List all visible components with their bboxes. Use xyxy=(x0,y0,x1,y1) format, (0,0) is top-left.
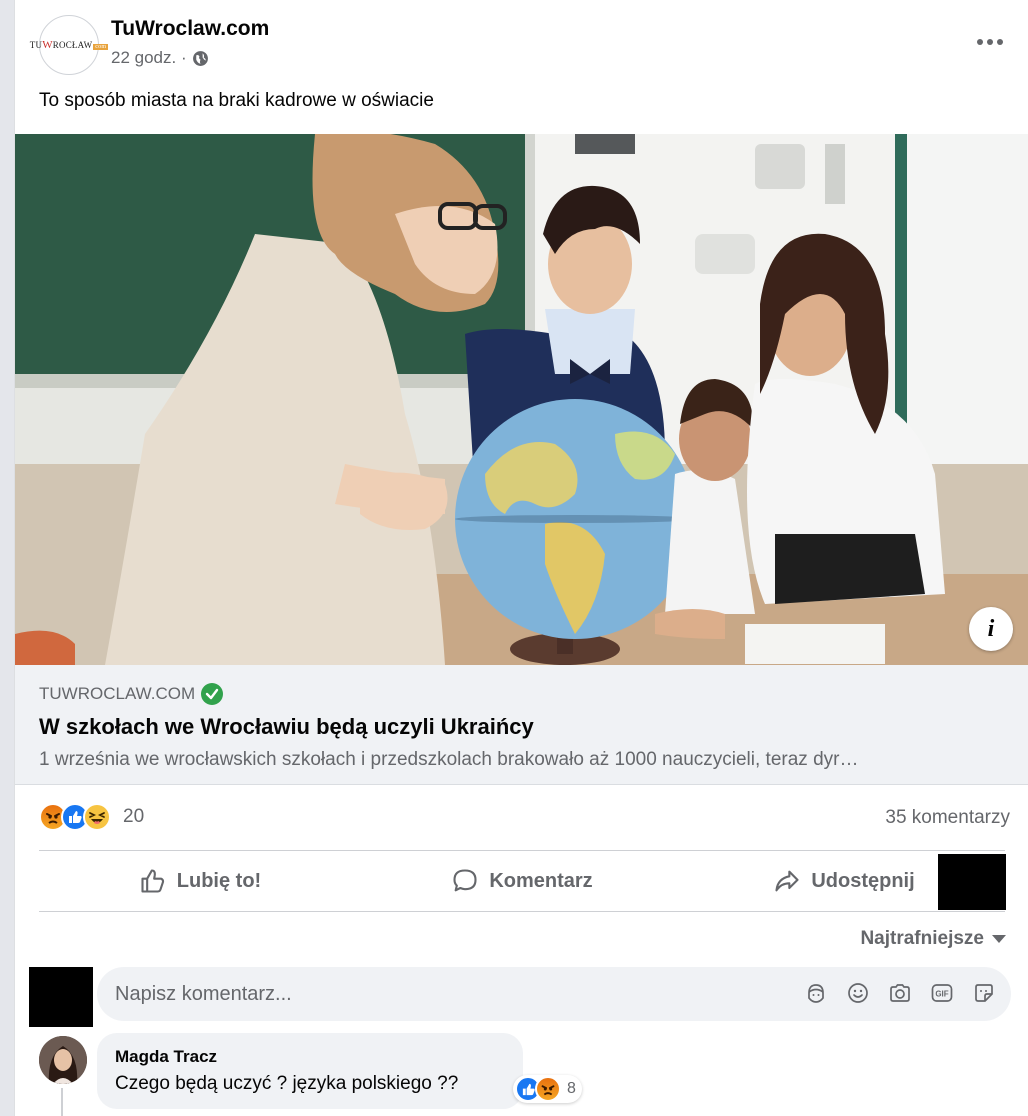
more-options-button[interactable] xyxy=(970,24,1010,60)
sort-dropdown[interactable]: Najtrafniejsze xyxy=(860,928,1006,950)
link-title[interactable]: W szkołach we Wrocławiu będą uczyli Ukra… xyxy=(39,714,534,740)
globe-icon xyxy=(192,50,208,66)
classroom-photo xyxy=(15,134,1028,665)
comment-composer: GIF xyxy=(97,967,1011,1021)
comment-input[interactable] xyxy=(115,967,775,1021)
comment-author[interactable]: Magda Tracz xyxy=(115,1047,217,1067)
post-card: TUWROCŁAW com TuWroclaw.com 22 godz. · To… xyxy=(14,0,1028,1116)
post-caption: To sposób miasta na braki kadrowe w oświ… xyxy=(39,90,434,111)
link-domain: TUWROCLAW.COM xyxy=(39,684,196,703)
dot-icon xyxy=(997,39,1003,45)
gif-icon[interactable]: GIF xyxy=(929,980,955,1006)
action-bar: Lubię to! Komentarz Udostępnij xyxy=(39,852,1005,910)
angry-icon xyxy=(535,1076,561,1102)
info-button[interactable]: i xyxy=(969,607,1013,651)
haha-icon xyxy=(83,803,111,831)
comments-count-link[interactable]: 35 komentarzy xyxy=(885,807,1010,829)
sticker-icon[interactable] xyxy=(971,980,997,1006)
page-logo: TUWROCŁAW com xyxy=(29,39,109,51)
dot-icon xyxy=(977,39,983,45)
verified-check-icon xyxy=(201,683,224,705)
comment-bubble: Magda Tracz Czego będą uczyć ? języka po… xyxy=(97,1033,523,1109)
avatar-sticker-icon[interactable] xyxy=(803,980,829,1006)
post-header: TUWROCŁAW com TuWroclaw.com 22 godz. · xyxy=(15,0,1028,86)
redacted-block xyxy=(938,854,1006,910)
comment-label: Komentarz xyxy=(489,869,593,892)
link-description: 1 września we wrocławskich szkołach i pr… xyxy=(39,749,859,770)
post-image[interactable]: i xyxy=(15,134,1028,665)
emoji-icon[interactable] xyxy=(845,980,871,1006)
divider xyxy=(39,911,1005,912)
comment-reactions[interactable]: 8 xyxy=(513,1075,582,1103)
share-label: Udostępnij xyxy=(811,869,915,892)
camera-icon[interactable] xyxy=(887,980,913,1006)
post-meta: 22 godz. · xyxy=(111,48,209,68)
composer-icons: GIF xyxy=(803,980,997,1006)
post-time[interactable]: 22 godz. · xyxy=(111,48,187,68)
user-avatar-redacted xyxy=(29,967,93,1027)
dot-icon xyxy=(987,39,993,45)
sort-label: Najtrafniejsze xyxy=(860,928,984,949)
speech-bubble-icon xyxy=(453,869,477,892)
link-domain-row: TUWROCLAW.COM xyxy=(39,683,224,705)
thread-line xyxy=(61,1088,63,1116)
share-arrow-icon xyxy=(775,870,799,892)
comment-text: Czego będą uczyć ? języka polskiego ?? xyxy=(115,1073,459,1094)
like-button[interactable]: Lubię to! xyxy=(39,852,361,910)
like-label: Lubię to! xyxy=(176,869,262,892)
commenter-avatar[interactable] xyxy=(39,1036,87,1084)
page-avatar[interactable]: TUWROCŁAW com xyxy=(30,15,109,75)
link-preview[interactable]: TUWROCLAW.COM W szkołach we Wrocławiu bę… xyxy=(15,665,1028,785)
reaction-summary[interactable]: 20 xyxy=(39,803,144,831)
comment-button[interactable]: Komentarz xyxy=(361,852,683,910)
reaction-count: 20 xyxy=(123,806,145,827)
comment-reaction-count: 8 xyxy=(567,1080,576,1097)
divider xyxy=(39,850,1005,851)
caret-down-icon xyxy=(992,935,1006,943)
page-name[interactable]: TuWroclaw.com xyxy=(111,17,269,41)
thumbs-up-icon xyxy=(141,869,164,893)
svg-text:GIF: GIF xyxy=(935,990,948,999)
